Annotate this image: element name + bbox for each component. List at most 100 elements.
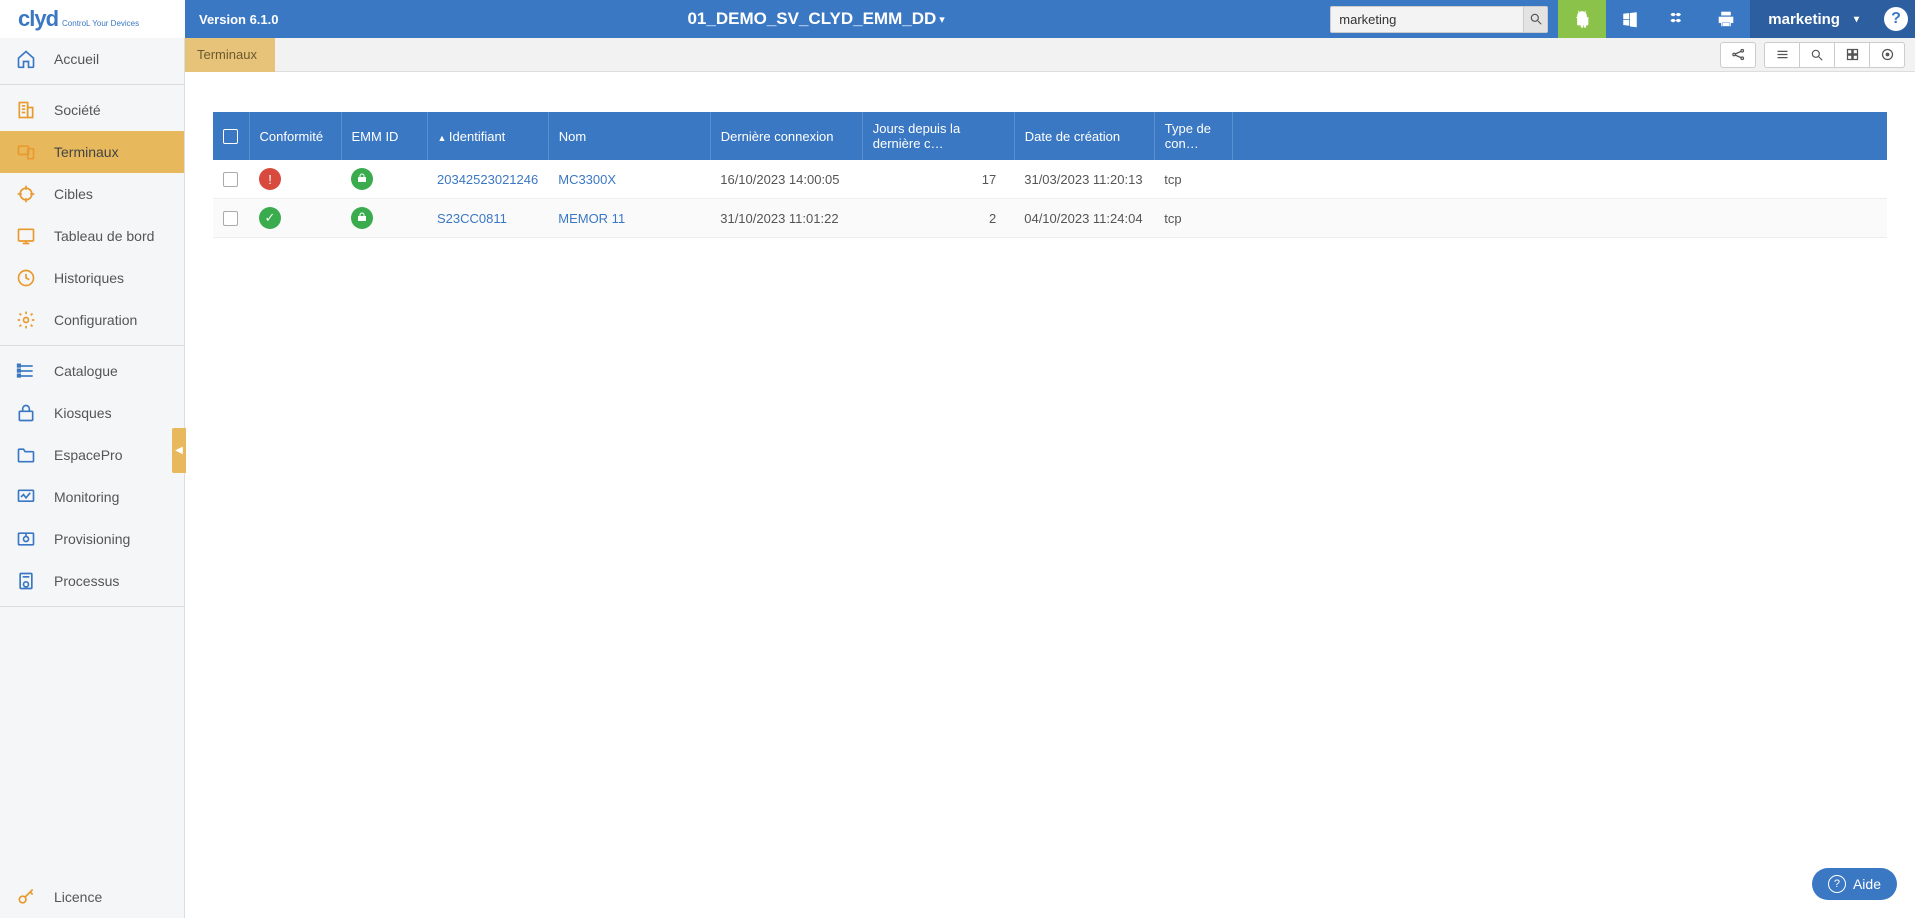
sidebar-collapse-button[interactable]: ◀ <box>172 428 186 473</box>
home-icon <box>14 49 38 69</box>
search-box <box>1330 6 1548 33</box>
search-button[interactable] <box>1523 7 1547 32</box>
print-button[interactable] <box>1702 0 1750 38</box>
sidebar-item-provisioning[interactable]: Provisioning <box>0 518 184 560</box>
sidebar-item-espacepro[interactable]: EspacePro <box>0 434 184 476</box>
sidebar-item-label: Accueil <box>54 51 99 67</box>
dashboard-icon <box>14 226 38 246</box>
monitor-icon <box>14 487 38 507</box>
gear-icon <box>14 310 38 330</box>
sidebar-item-label: Société <box>54 102 101 118</box>
windows-button[interactable] <box>1606 0 1654 38</box>
logo[interactable]: clyd ControL Your Devices <box>0 0 185 38</box>
android-button[interactable] <box>1558 0 1606 38</box>
sidebar-item-label: EspacePro <box>54 447 122 463</box>
provisioning-icon <box>14 529 38 549</box>
col-spacer <box>1232 112 1887 160</box>
sidebar-separator <box>0 606 184 607</box>
help-icon: ? <box>1884 7 1908 31</box>
identifiant-link[interactable]: 20342523021246 <box>437 172 538 187</box>
table-row[interactable]: ! 20342523021246 MC3300X 16/10/2023 14:0… <box>213 160 1887 199</box>
search-input[interactable] <box>1331 12 1523 27</box>
nom-link[interactable]: MC3300X <box>558 172 616 187</box>
menu-button[interactable] <box>1764 42 1800 68</box>
grid-icon <box>1845 47 1860 62</box>
select-all-checkbox[interactable] <box>223 129 238 144</box>
emm-status-ok-icon <box>351 168 373 190</box>
title-dropdown-icon[interactable]: ▾ <box>939 13 945 26</box>
windows-ce-button[interactable] <box>1654 0 1702 38</box>
clock-icon <box>14 268 38 288</box>
sidebar-item-catalogue[interactable]: Catalogue <box>0 350 184 392</box>
share-button[interactable] <box>1720 42 1756 68</box>
col-checkbox[interactable] <box>213 112 249 160</box>
process-icon <box>14 571 38 591</box>
os-buttons <box>1558 0 1750 38</box>
building-icon <box>14 100 38 120</box>
key-icon <box>14 887 38 907</box>
sidebar-item-processus[interactable]: Processus <box>0 560 184 602</box>
list-icon <box>14 361 38 381</box>
sidebar-item-configuration[interactable]: Configuration <box>0 299 184 341</box>
aide-button[interactable]: Aide <box>1812 868 1897 900</box>
sidebar-item-label: Monitoring <box>54 489 119 505</box>
emm-status-ok-icon <box>351 207 373 229</box>
sidebar-item-accueil[interactable]: Accueil <box>0 38 184 80</box>
nom-link[interactable]: MEMOR 11 <box>558 211 625 226</box>
search-icon <box>1529 12 1543 26</box>
chevron-down-icon: ▾ <box>1854 14 1859 25</box>
date-cell: 31/03/2023 11:20:13 <box>1014 160 1154 199</box>
windows-ce-icon <box>1668 10 1688 28</box>
col-derniere-connexion[interactable]: Dernière connexion <box>710 112 862 160</box>
sidebar-item-label: Terminaux <box>54 144 119 160</box>
derniere-cell: 16/10/2023 14:00:05 <box>710 160 862 199</box>
grid-button[interactable] <box>1834 42 1870 68</box>
conformite-status-error-icon: ! <box>259 168 281 190</box>
col-date-creation[interactable]: Date de création <box>1014 112 1154 160</box>
sidebar: Accueil Société Terminaux Cibles Tableau… <box>0 38 185 918</box>
sidebar-item-label: Cibles <box>54 186 93 202</box>
main-content: Terminaux <box>185 38 1915 918</box>
sidebar-item-licence[interactable]: Licence <box>0 876 184 918</box>
row-checkbox[interactable] <box>223 172 238 187</box>
version-label: Version 6.1.0 <box>185 0 302 38</box>
sidebar-item-societe[interactable]: Société <box>0 89 184 131</box>
breadcrumb[interactable]: Terminaux <box>185 38 275 72</box>
search-tool-button[interactable] <box>1799 42 1835 68</box>
search-icon <box>1810 48 1824 62</box>
topbar: Terminaux <box>185 38 1915 72</box>
sidebar-item-kiosques[interactable]: Kiosques <box>0 392 184 434</box>
terminals-table: Conformité EMM ID Identifiant Nom Derniè… <box>213 112 1887 238</box>
identifiant-link[interactable]: S23CC0811 <box>437 211 507 226</box>
locate-icon <box>1880 47 1895 62</box>
sidebar-item-cibles[interactable]: Cibles <box>0 173 184 215</box>
devices-icon <box>14 142 38 162</box>
logo-subtitle: ControL Your Devices <box>62 19 139 28</box>
col-conformite[interactable]: Conformité <box>249 112 341 160</box>
sidebar-item-label: Historiques <box>54 270 124 286</box>
sidebar-item-label: Configuration <box>54 312 137 328</box>
col-type[interactable]: Type de con… <box>1154 112 1232 160</box>
sidebar-item-label: Provisioning <box>54 531 130 547</box>
sidebar-item-label: Kiosques <box>54 405 112 421</box>
type-cell: tcp <box>1154 160 1232 199</box>
sidebar-item-label: Processus <box>54 573 119 589</box>
col-identifiant[interactable]: Identifiant <box>427 112 548 160</box>
col-emm[interactable]: EMM ID <box>341 112 427 160</box>
sidebar-item-tableau[interactable]: Tableau de bord <box>0 215 184 257</box>
row-checkbox[interactable] <box>223 211 238 226</box>
user-menu[interactable]: marketing ▾ <box>1750 0 1877 38</box>
conformite-status-ok-icon: ✓ <box>259 207 281 229</box>
sidebar-item-monitoring[interactable]: Monitoring <box>0 476 184 518</box>
type-cell: tcp <box>1154 199 1232 238</box>
sidebar-item-label: Catalogue <box>54 363 118 379</box>
col-jours[interactable]: Jours depuis la dernière c… <box>862 112 1014 160</box>
sidebar-item-terminaux[interactable]: Terminaux <box>0 131 184 173</box>
page-title[interactable]: 01_DEMO_SV_CLYD_EMM_DD <box>687 9 936 29</box>
jours-cell: 2 <box>862 199 1014 238</box>
sidebar-item-historiques[interactable]: Historiques <box>0 257 184 299</box>
help-button[interactable]: ? <box>1877 0 1915 38</box>
table-row[interactable]: ✓ S23CC0811 MEMOR 11 31/10/2023 11:01:22… <box>213 199 1887 238</box>
col-nom[interactable]: Nom <box>548 112 710 160</box>
locate-button[interactable] <box>1869 42 1905 68</box>
